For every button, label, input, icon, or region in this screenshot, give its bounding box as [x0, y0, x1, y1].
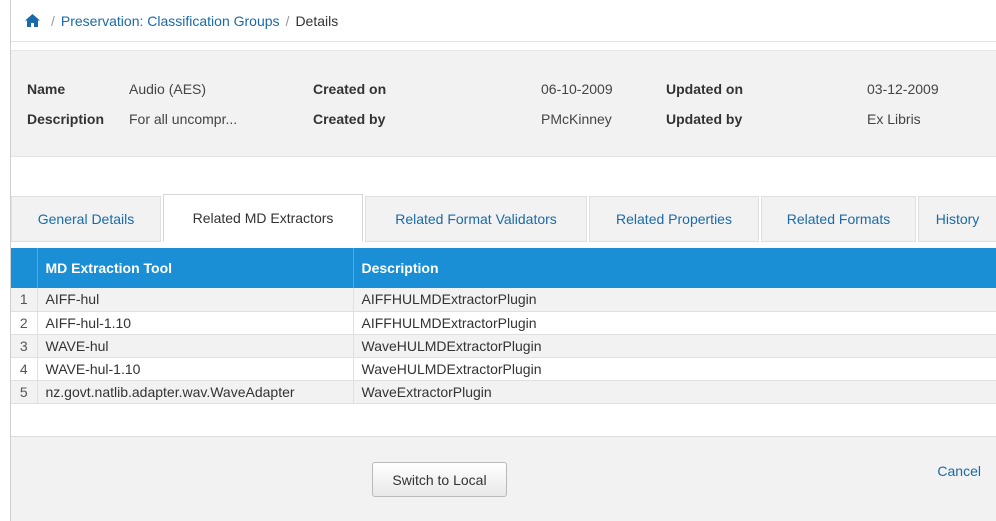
column-header-md-extraction-tool[interactable]: MD Extraction Tool — [37, 248, 354, 288]
name-label: Name — [27, 81, 66, 97]
description-cell: WaveExtractorPlugin — [353, 380, 996, 404]
tab-related-properties[interactable]: Related Properties — [589, 196, 759, 242]
switch-to-local-button[interactable]: Switch to Local — [372, 462, 507, 497]
description-cell: AIFFHULMDExtractorPlugin — [353, 288, 996, 312]
tab-history[interactable]: History — [918, 196, 996, 242]
table-header-row: MD Extraction Tool Description — [11, 248, 996, 288]
table-row[interactable]: 5 nz.govt.natlib.adapter.wav.WaveAdapter… — [11, 380, 996, 404]
home-icon[interactable] — [24, 13, 41, 28]
tool-cell: AIFF-hul — [37, 288, 354, 312]
row-number: 5 — [11, 380, 38, 404]
tool-cell: WAVE-hul — [37, 334, 354, 358]
index-column-header — [11, 248, 38, 288]
tab-related-format-validators[interactable]: Related Format Validators — [365, 196, 587, 242]
name-value: Audio (AES) — [129, 81, 207, 97]
breadcrumb-separator: / — [285, 12, 290, 29]
description-cell: WaveHULMDExtractorPlugin — [353, 357, 996, 381]
table-row[interactable]: 1 AIFF-hul AIFFHULMDExtractorPlugin — [11, 288, 996, 312]
description-label: Description — [27, 111, 105, 127]
updated-by-label: Updated by — [666, 111, 743, 127]
breadcrumb: / Preservation: Classification Groups / … — [11, 0, 996, 42]
description-cell: AIFFHULMDExtractorPlugin — [353, 311, 996, 335]
tool-cell: AIFF-hul-1.10 — [37, 311, 354, 335]
cancel-link[interactable]: Cancel — [937, 463, 981, 479]
breadcrumb-current: Details — [295, 12, 339, 29]
tab-related-formats[interactable]: Related Formats — [761, 196, 916, 242]
breadcrumb-separator: / — [51, 12, 55, 29]
row-number: 3 — [11, 334, 38, 358]
breadcrumb-link-classification-groups[interactable]: Preservation: Classification Groups — [61, 13, 280, 29]
tab-general-details[interactable]: General Details — [11, 196, 161, 242]
details-panel: Name Audio (AES) Description For all unc… — [11, 50, 996, 157]
description-cell: WaveHULMDExtractorPlugin — [353, 334, 996, 358]
table-row[interactable]: 3 WAVE-hul WaveHULMDExtractorPlugin — [11, 334, 996, 358]
updated-on-value: 03-12-2009 — [867, 81, 939, 97]
tool-cell: nz.govt.natlib.adapter.wav.WaveAdapter — [37, 380, 354, 404]
tool-cell: WAVE-hul-1.10 — [37, 357, 354, 381]
description-value: For all uncompr... — [129, 111, 238, 127]
created-on-label: Created on — [313, 81, 387, 97]
footer-bar: Switch to Local Cancel — [11, 436, 996, 521]
updated-by-value: Ex Libris — [867, 111, 921, 127]
tab-related-md-extractors[interactable]: Related MD Extractors — [163, 194, 363, 242]
row-number: 4 — [11, 357, 38, 381]
updated-on-label: Updated on — [666, 81, 743, 97]
created-on-value: 06-10-2009 — [541, 81, 613, 97]
created-by-value: PMcKinney — [541, 111, 612, 127]
md-extractors-table: MD Extraction Tool Description 1 AIFF-hu… — [11, 248, 996, 404]
tab-bar: General Details Related MD Extractors Re… — [11, 194, 996, 242]
table-row[interactable]: 4 WAVE-hul-1.10 WaveHULMDExtractorPlugin — [11, 357, 996, 381]
table-row[interactable]: 2 AIFF-hul-1.10 AIFFHULMDExtractorPlugin — [11, 311, 996, 335]
page-frame: / Preservation: Classification Groups / … — [10, 0, 996, 521]
column-header-description[interactable]: Description — [353, 248, 996, 288]
row-number: 1 — [11, 288, 38, 312]
row-number: 2 — [11, 311, 38, 335]
created-by-label: Created by — [313, 111, 386, 127]
